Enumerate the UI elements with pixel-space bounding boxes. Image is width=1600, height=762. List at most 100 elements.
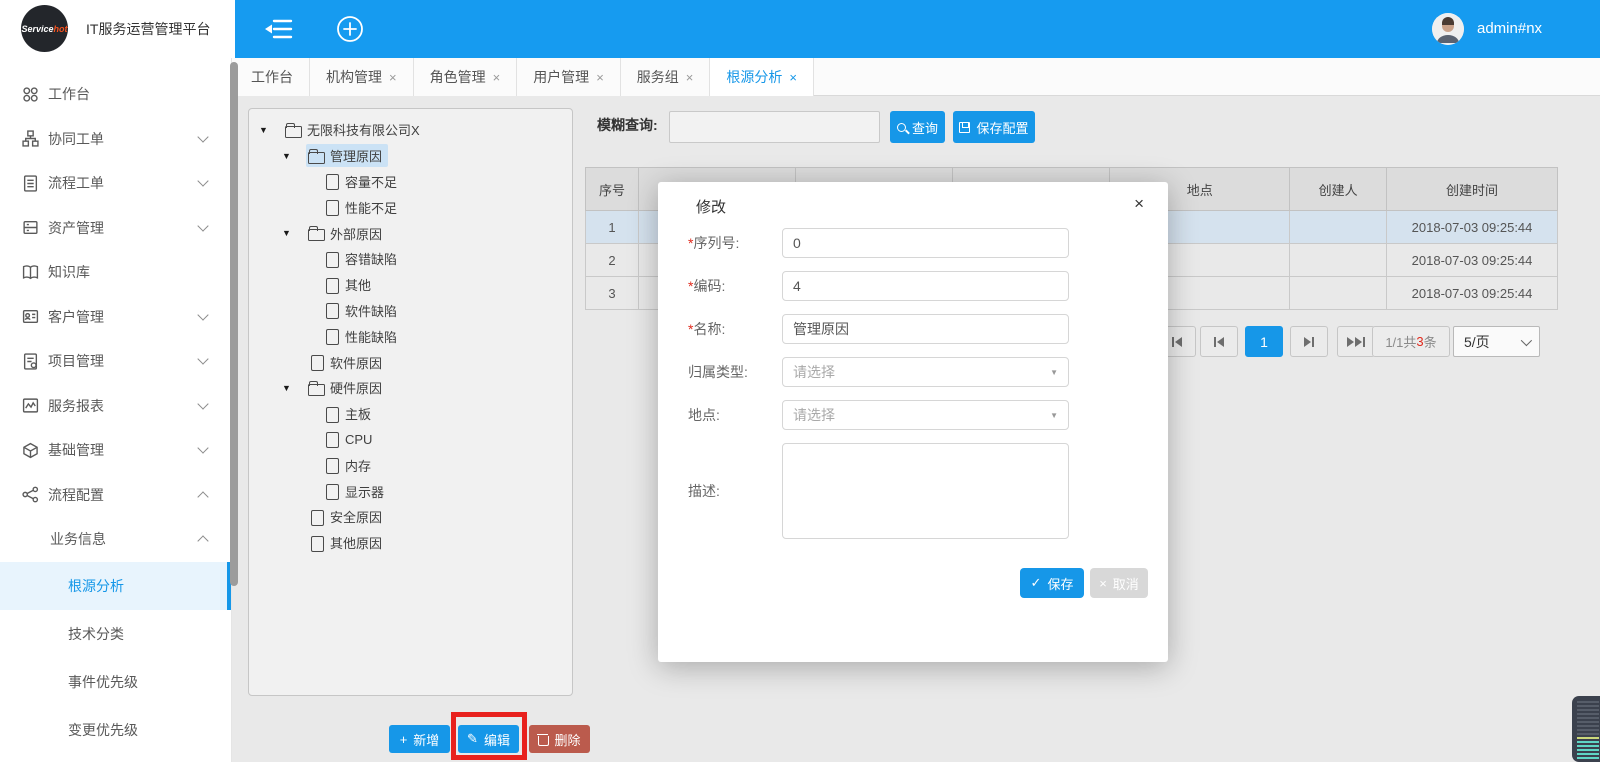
tree-node-content[interactable]: 其他原因 bbox=[306, 531, 388, 554]
sidebar-scrollbar[interactable] bbox=[230, 62, 238, 586]
logo-text: Service bbox=[21, 24, 53, 34]
tree-node[interactable]: ▼ 其他原因 bbox=[249, 530, 572, 556]
page-size-select[interactable]: 5/页 bbox=[1453, 326, 1540, 357]
username[interactable]: admin#nx bbox=[1477, 0, 1542, 58]
tab-workbench[interactable]: 工作台 bbox=[235, 58, 310, 96]
tab-close-icon[interactable]: × bbox=[389, 70, 397, 85]
tree-node[interactable]: ▼ 性能缺陷 bbox=[249, 323, 572, 349]
edit-button[interactable]: ✎ 编辑 bbox=[458, 725, 519, 753]
tree-node-content[interactable]: 软件原因 bbox=[306, 351, 388, 374]
tree-node[interactable]: ▼ 容错缺陷 bbox=[249, 246, 572, 272]
tree-node-content[interactable]: 安全原因 bbox=[306, 505, 388, 528]
tree-node-content[interactable]: 性能不足 bbox=[321, 196, 403, 219]
sidebar-item-process-config[interactable]: 流程配置 bbox=[0, 473, 231, 518]
name-input[interactable] bbox=[782, 314, 1069, 344]
sidebar-item-root-cause-analysis[interactable]: 根源分析 bbox=[0, 562, 231, 610]
modal-cancel-button[interactable]: × 取消 bbox=[1090, 568, 1148, 598]
close-icon[interactable]: × bbox=[1134, 194, 1144, 214]
sidebar-item-business-info[interactable]: 业务信息 bbox=[0, 517, 231, 562]
edit-button-label: 编辑 bbox=[484, 730, 510, 749]
tree-node[interactable]: ▼ 外部原因 bbox=[249, 220, 572, 246]
type-select[interactable]: 请选择 ▼ bbox=[782, 357, 1069, 387]
tree-node-content[interactable]: 主板 bbox=[321, 402, 377, 425]
tree-node-content[interactable]: 无限科技有限公司X bbox=[283, 118, 426, 141]
save-icon bbox=[959, 122, 970, 133]
tree-node-content[interactable]: 容量不足 bbox=[321, 170, 403, 193]
tab-service-group[interactable]: 服务组× bbox=[621, 58, 711, 96]
last-page-button[interactable] bbox=[1337, 326, 1375, 357]
sidebar-item-process-orders[interactable]: 流程工单 bbox=[0, 161, 231, 206]
sidebar-item-incident-priority[interactable]: 事件优先级 bbox=[0, 658, 231, 706]
tree-node[interactable]: ▼ CPU bbox=[249, 427, 572, 453]
sidebar-item-basic-management[interactable]: 基础管理 bbox=[0, 428, 231, 473]
tree-node-icon bbox=[308, 225, 330, 241]
current-page-button[interactable]: 1 bbox=[1245, 326, 1283, 357]
sidebar-item-tech-category[interactable]: 技术分类 bbox=[0, 610, 231, 658]
caret-down-icon[interactable]: ▼ bbox=[282, 228, 306, 238]
tree-node-content[interactable]: 软件缺陷 bbox=[321, 299, 403, 322]
tree-node-content[interactable]: 管理原因 bbox=[306, 144, 388, 167]
tab-role-management[interactable]: 角色管理× bbox=[414, 58, 518, 96]
serial-input[interactable] bbox=[782, 228, 1069, 258]
tree-node-content[interactable]: 性能缺陷 bbox=[321, 325, 403, 348]
menu-fold-icon[interactable] bbox=[265, 17, 293, 41]
tree-node[interactable]: ▼ 无限科技有限公司X bbox=[249, 117, 572, 143]
prev-page-button[interactable] bbox=[1200, 326, 1238, 357]
modal-save-label: 保存 bbox=[1047, 574, 1073, 593]
search-button[interactable]: 查询 bbox=[890, 111, 945, 143]
tree-node-content[interactable]: 硬件原因 bbox=[306, 376, 388, 399]
tree-node[interactable]: ▼ 主板 bbox=[249, 401, 572, 427]
next-page-button[interactable] bbox=[1290, 326, 1328, 357]
tree-node[interactable]: ▼ 性能不足 bbox=[249, 194, 572, 220]
tree-node[interactable]: ▼ 容量不足 bbox=[249, 169, 572, 195]
sidebar-item-project-management[interactable]: 项目管理 bbox=[0, 339, 231, 384]
modal-save-button[interactable]: ✓ 保存 bbox=[1020, 568, 1084, 598]
sidebar-item-knowledge-base[interactable]: 知识库 bbox=[0, 250, 231, 295]
tree-node-content[interactable]: 显示器 bbox=[321, 480, 390, 503]
add-tab-icon[interactable] bbox=[336, 15, 364, 43]
tab-close-icon[interactable]: × bbox=[686, 70, 694, 85]
tree-node-content[interactable]: 内存 bbox=[321, 454, 377, 477]
tree-node[interactable]: ▼ 软件原因 bbox=[249, 349, 572, 375]
tree-node[interactable]: ▼ 安全原因 bbox=[249, 504, 572, 530]
location-select[interactable]: 请选择 ▼ bbox=[782, 400, 1069, 430]
tab-root-cause-analysis[interactable]: 根源分析× bbox=[710, 58, 814, 96]
sidebar-item-label: 基础管理 bbox=[48, 440, 104, 460]
col-header-index: 序号 bbox=[586, 168, 639, 211]
user-avatar[interactable] bbox=[1432, 13, 1464, 45]
tree-node-content[interactable]: 其他 bbox=[321, 273, 377, 296]
tree-node-content[interactable]: 外部原因 bbox=[306, 222, 388, 245]
sidebar-item-service-reports[interactable]: 服务报表 bbox=[0, 384, 231, 429]
add-button[interactable]: + 新增 bbox=[389, 725, 450, 753]
tree-node[interactable]: ▼ 硬件原因 bbox=[249, 375, 572, 401]
tree-node[interactable]: ▼ 其他 bbox=[249, 272, 572, 298]
tree-node[interactable]: ▼ 内存 bbox=[249, 452, 572, 478]
sidebar-item-collab-orders[interactable]: 协同工单 bbox=[0, 117, 231, 162]
tab-user-management[interactable]: 用户管理× bbox=[517, 58, 621, 96]
tree-node[interactable]: ▼ 显示器 bbox=[249, 478, 572, 504]
tree-node-content[interactable]: CPU bbox=[321, 429, 378, 449]
tab-org-management[interactable]: 机构管理× bbox=[310, 58, 414, 96]
tree-node[interactable]: ▼ 管理原因 bbox=[249, 143, 572, 169]
caret-down-icon[interactable]: ▼ bbox=[282, 383, 306, 393]
save-config-button[interactable]: 保存配置 bbox=[953, 111, 1035, 143]
code-input[interactable] bbox=[782, 271, 1069, 301]
caret-down-icon[interactable]: ▼ bbox=[259, 125, 283, 135]
caret-down-icon[interactable]: ▼ bbox=[282, 151, 306, 161]
tab-close-icon[interactable]: × bbox=[596, 70, 604, 85]
delete-button-label: 删除 bbox=[554, 730, 580, 749]
delete-button[interactable]: 删除 bbox=[529, 725, 590, 753]
sidebar-item-asset-management[interactable]: 资产管理 bbox=[0, 206, 231, 251]
fuzzy-query-input[interactable] bbox=[669, 111, 880, 143]
tree-node-content[interactable]: 容错缺陷 bbox=[321, 247, 403, 270]
chevron-up-icon bbox=[197, 491, 208, 502]
tree-node[interactable]: ▼ 软件缺陷 bbox=[249, 298, 572, 324]
tab-close-icon[interactable]: × bbox=[789, 70, 797, 85]
tree-node-label: 软件缺陷 bbox=[345, 301, 397, 320]
description-textarea[interactable] bbox=[782, 443, 1069, 539]
sidebar-item-workbench[interactable]: 工作台 bbox=[0, 72, 231, 117]
sidebar-item-change-priority[interactable]: 变更优先级 bbox=[0, 706, 231, 754]
sidebar-item-customer-management[interactable]: 客户管理 bbox=[0, 295, 231, 340]
sidebar-item-label: 流程工单 bbox=[48, 173, 104, 193]
tab-close-icon[interactable]: × bbox=[493, 70, 501, 85]
